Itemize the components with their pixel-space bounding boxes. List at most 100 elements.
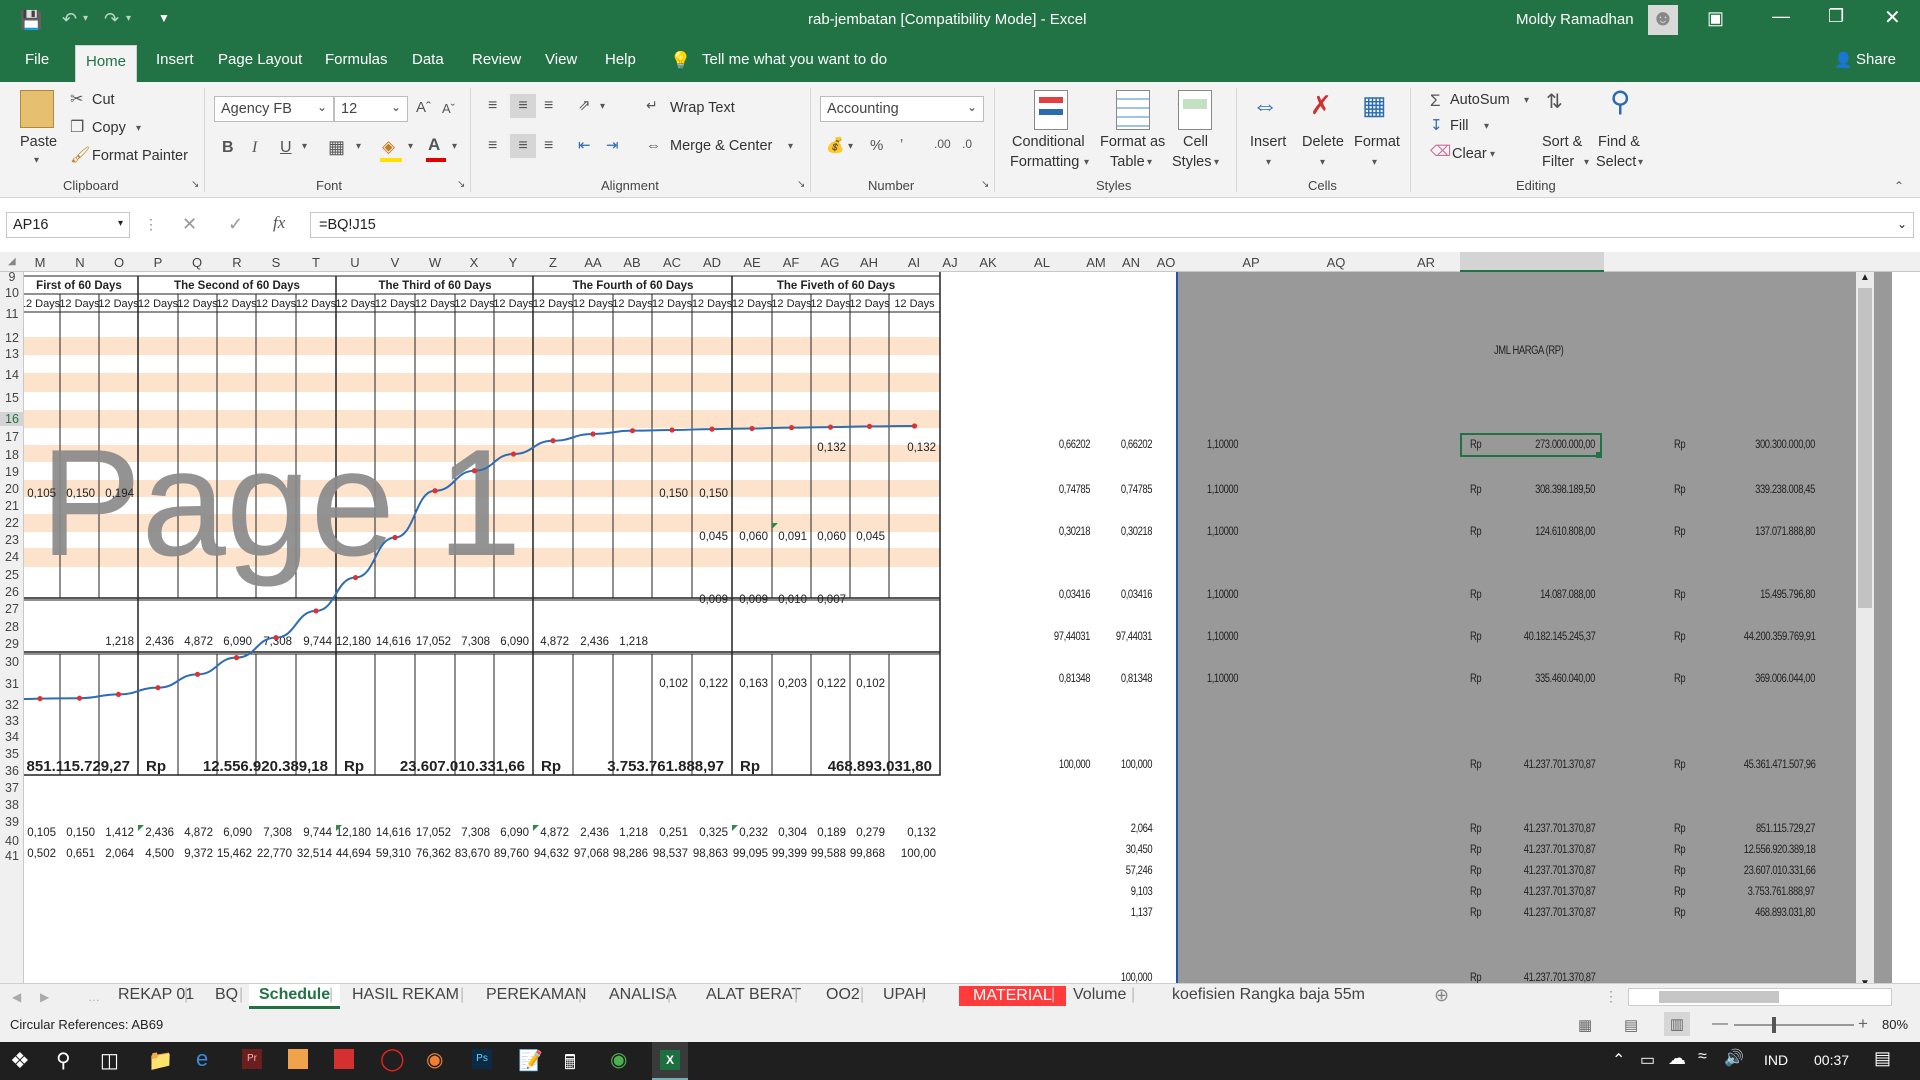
file-explorer-icon[interactable]: 📁: [148, 1048, 173, 1073]
row-header-27[interactable]: 27: [0, 602, 24, 616]
row-header-19[interactable]: 19: [0, 465, 24, 479]
copy-dropdown-icon[interactable]: ▾: [136, 124, 141, 134]
column-header-w[interactable]: W: [423, 255, 447, 270]
format-as-table-label2[interactable]: Table: [1110, 154, 1145, 170]
chevron-up-icon[interactable]: ⌃: [1612, 1050, 1625, 1070]
column-header-ac[interactable]: AC: [660, 255, 684, 270]
column-header-ak[interactable]: AK: [976, 255, 1000, 270]
clear-button[interactable]: Clear: [1452, 146, 1487, 162]
number-format-combo[interactable]: Accounting ⌄: [820, 96, 984, 122]
column-header-al[interactable]: AL: [1030, 255, 1054, 270]
format-cells-icon[interactable]: ▦: [1362, 92, 1387, 118]
row-header-29[interactable]: 29: [0, 637, 24, 651]
fill-dropdown-icon[interactable]: ▾: [408, 142, 413, 152]
page-break-view-icon[interactable]: ▥: [1664, 1012, 1690, 1036]
minimize-icon[interactable]: —: [1772, 6, 1790, 27]
normal-view-icon[interactable]: ▦: [1578, 1016, 1592, 1034]
sheet-tab-bq[interactable]: BQ: [215, 986, 238, 1004]
fill-button[interactable]: Fill: [1450, 118, 1469, 134]
font-size-combo[interactable]: 12 ⌄: [334, 96, 408, 122]
format-painter-button[interactable]: Format Painter: [92, 148, 188, 164]
sheet-tab-perekaman[interactable]: PEREKAMAN: [486, 986, 586, 1004]
font-name-combo[interactable]: Agency FB ⌄: [214, 96, 334, 122]
function-icon[interactable]: fx: [273, 213, 285, 233]
merge-icon[interactable]: ⇔: [646, 138, 661, 153]
language-indicator[interactable]: IND: [1764, 1052, 1788, 1068]
formula-input[interactable]: =BQ!J15 ⌄: [310, 212, 1914, 238]
conditional-formatting-label1[interactable]: Conditional: [1012, 134, 1085, 150]
row-header-25[interactable]: 25: [0, 568, 24, 582]
sort-filter-icon[interactable]: ⇅: [1546, 92, 1563, 112]
task-view-icon[interactable]: ◫: [100, 1048, 119, 1073]
clock[interactable]: 00:37: [1814, 1052, 1849, 1068]
row-header-17[interactable]: 17: [0, 430, 24, 444]
comma-style-icon[interactable]: ʼ: [900, 138, 903, 153]
clear-dropdown-icon[interactable]: ▾: [1490, 150, 1495, 160]
delete-button[interactable]: Delete: [1302, 134, 1344, 150]
chrome-icon[interactable]: ◉: [610, 1047, 627, 1072]
font-launcher-icon[interactable]: ↘: [457, 180, 465, 190]
autosum-dropdown-icon[interactable]: ▾: [1524, 96, 1529, 106]
column-header-r[interactable]: R: [225, 255, 249, 270]
tab-splitter-icon[interactable]: ⋮: [1604, 988, 1618, 1005]
row-header-32[interactable]: 32: [0, 698, 24, 712]
zoom-out-icon[interactable]: —: [1712, 1015, 1728, 1033]
wrap-text-button[interactable]: Wrap Text: [670, 100, 735, 116]
prev-sheet-icon[interactable]: ◀: [12, 990, 21, 1004]
sheet-tab-rekap-01[interactable]: REKAP 01: [118, 986, 194, 1004]
redo-icon[interactable]: ↷: [104, 9, 119, 30]
cancel-icon[interactable]: ✕: [182, 214, 197, 235]
row-header-37[interactable]: 37: [0, 781, 24, 795]
close-icon[interactable]: ✕: [1884, 5, 1901, 30]
bold-icon[interactable]: B: [222, 140, 234, 156]
find-select-label2[interactable]: Select: [1596, 154, 1636, 170]
vertical-scrollbar[interactable]: ▲ ▼: [1856, 272, 1874, 992]
sort-dropdown-icon[interactable]: ▾: [1584, 158, 1589, 168]
zoom-slider-handle[interactable]: [1772, 1017, 1776, 1033]
column-header-ap[interactable]: AP: [1239, 255, 1263, 270]
align-middle-icon[interactable]: ≡: [510, 94, 536, 118]
increase-font-icon[interactable]: Aˆ: [416, 100, 431, 115]
column-header-y[interactable]: Y: [501, 255, 525, 270]
row-header-10[interactable]: 10: [0, 286, 24, 300]
zoom-level[interactable]: 80%: [1882, 1017, 1908, 1032]
collapse-ribbon-icon[interactable]: ⌃: [1894, 180, 1904, 192]
tab-insert[interactable]: Insert: [156, 51, 194, 68]
photoshop-icon[interactable]: Ps: [472, 1049, 492, 1069]
column-header-ar[interactable]: AR: [1414, 255, 1438, 270]
format-button[interactable]: Format: [1354, 134, 1400, 150]
avatar[interactable]: ☻: [1648, 5, 1678, 35]
column-header-z[interactable]: Z: [541, 255, 565, 270]
column-header-p[interactable]: P: [146, 255, 170, 270]
column-header-ai[interactable]: AI: [902, 255, 926, 270]
ribbon-display-icon[interactable]: ▣: [1707, 8, 1724, 29]
eraser-icon[interactable]: ⌫: [1430, 144, 1451, 159]
row-header-28[interactable]: 28: [0, 620, 24, 634]
paste-icon[interactable]: [20, 90, 54, 128]
cloud-icon[interactable]: ☁: [1668, 1048, 1686, 1069]
orientation-dropdown-icon[interactable]: ▾: [600, 102, 605, 112]
delete-dropdown-icon[interactable]: ▾: [1320, 158, 1325, 168]
tab-file[interactable]: File: [25, 51, 49, 68]
row-header-9[interactable]: 9: [0, 270, 24, 284]
sheet-tab-material[interactable]: MATERIAL: [959, 986, 1066, 1006]
border-icon[interactable]: ▦: [328, 138, 345, 156]
row-header-38[interactable]: 38: [0, 798, 24, 812]
column-header-v[interactable]: V: [383, 255, 407, 270]
horizontal-scrollbar[interactable]: [1628, 988, 1892, 1006]
format-as-table-icon[interactable]: [1116, 90, 1150, 130]
tab-home[interactable]: Home: [75, 45, 138, 82]
column-header-s[interactable]: S: [264, 255, 288, 270]
alignment-launcher-icon[interactable]: ↘: [797, 180, 805, 190]
column-header-ab[interactable]: AB: [620, 255, 644, 270]
cut-button[interactable]: Cut: [92, 92, 115, 108]
column-header-t[interactable]: T: [304, 255, 328, 270]
align-left-icon[interactable]: ≡: [488, 138, 497, 154]
select-all-icon[interactable]: ◢: [8, 256, 16, 267]
windows-start-icon[interactable]: ❖: [10, 1048, 30, 1074]
italic-icon[interactable]: I: [252, 140, 257, 156]
column-header-n[interactable]: N: [68, 255, 92, 270]
row-header-12[interactable]: 12: [0, 331, 24, 345]
zoom-in-icon[interactable]: +: [1858, 1014, 1868, 1034]
more-sheets-icon[interactable]: …: [88, 990, 100, 1004]
